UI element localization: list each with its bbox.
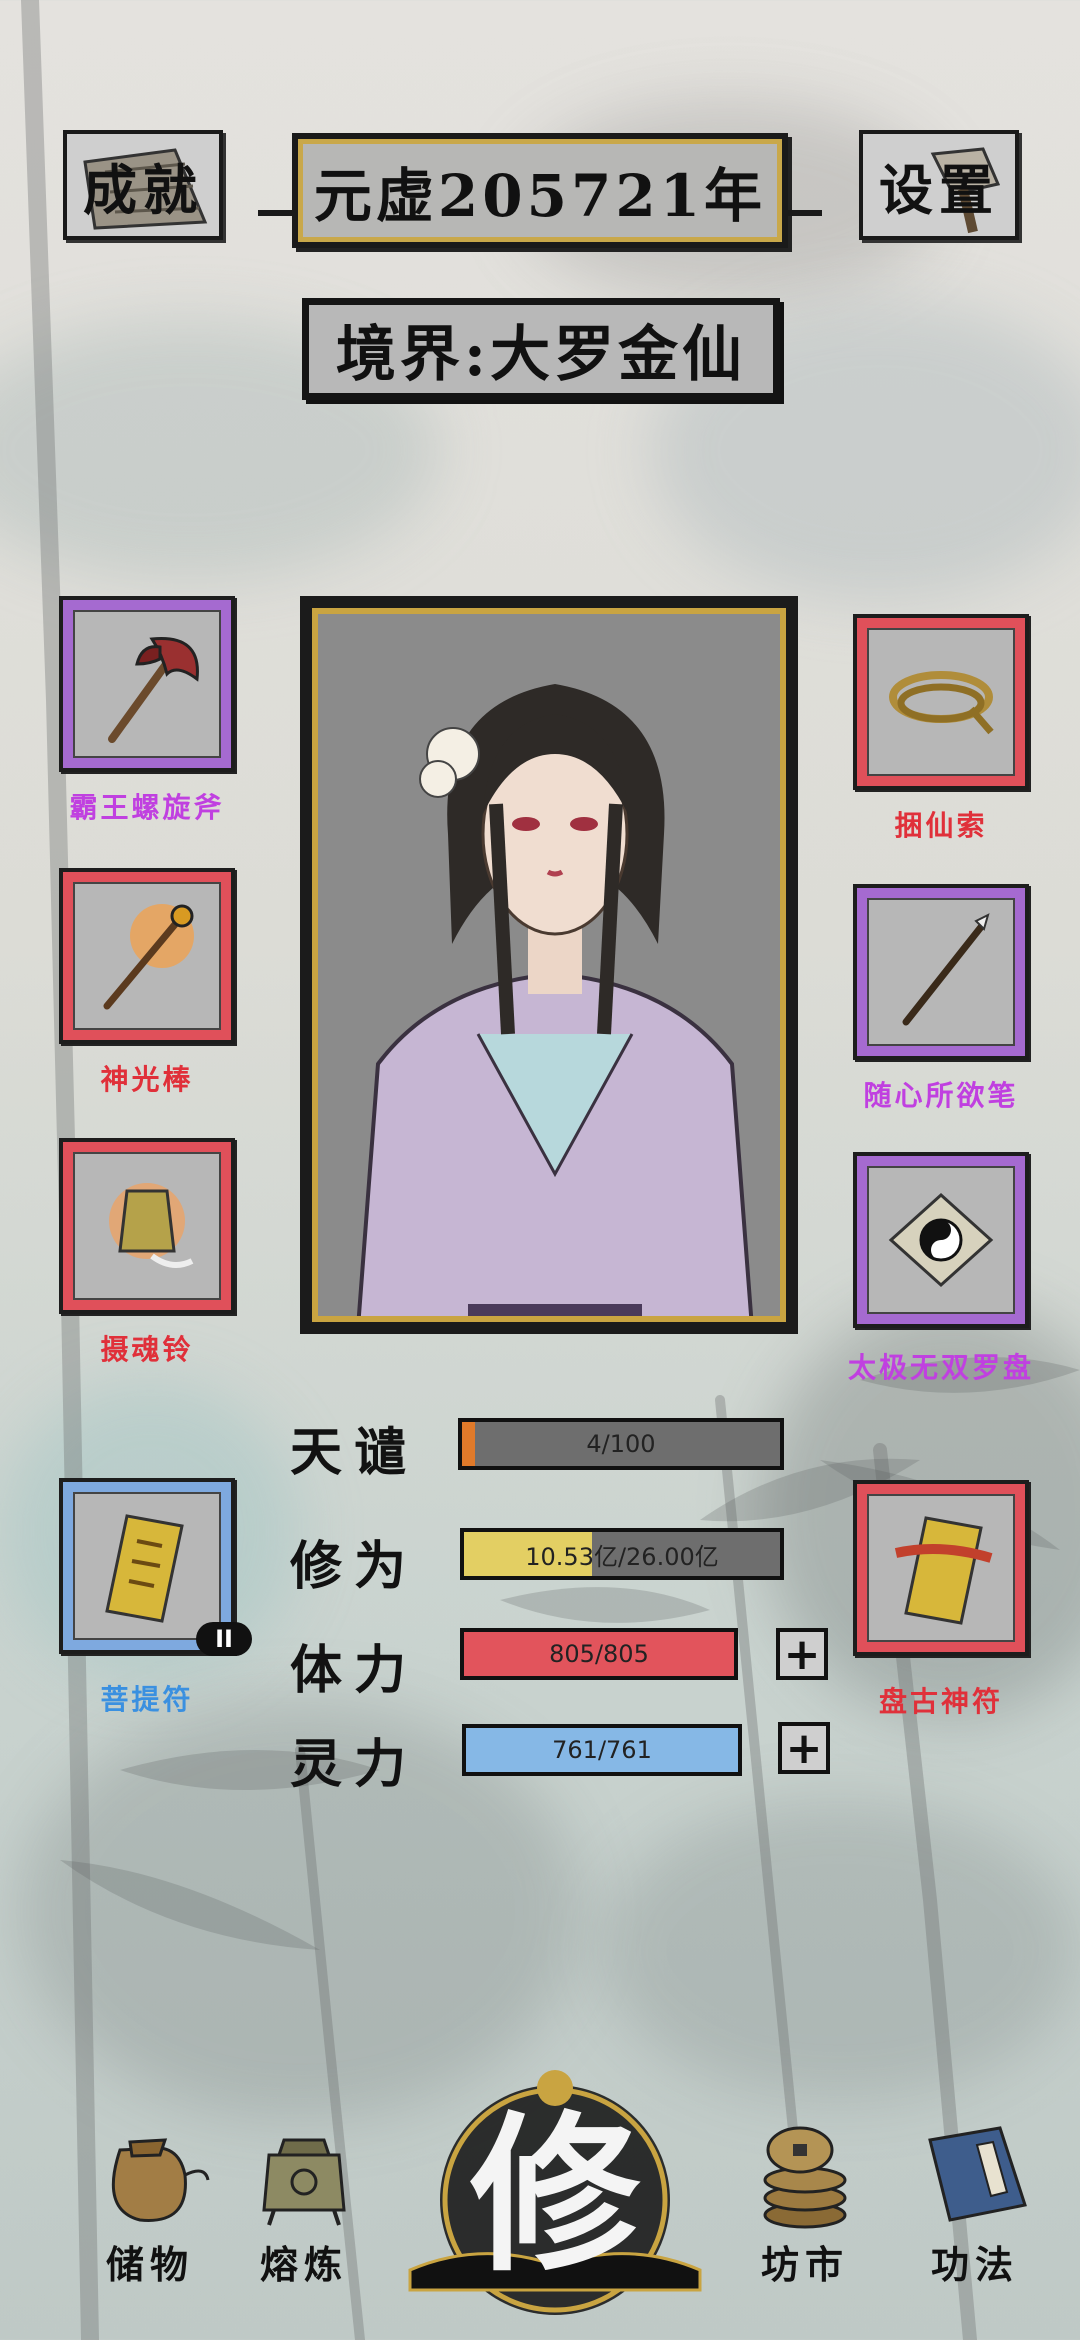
achievements-label: 成就 <box>83 157 203 222</box>
talisman-icon <box>105 1514 184 1623</box>
stat-label-lingli: 灵力 <box>290 1734 419 1795</box>
banner-rod-right <box>782 210 822 216</box>
axe-icon <box>108 637 199 743</box>
achievements-button[interactable]: 成就 <box>63 130 223 240</box>
banner-rod-left <box>258 210 298 216</box>
nav-storage-label: 储物 <box>105 2242 194 2287</box>
year-label: 元虚205721年 <box>313 161 767 230</box>
equipment-name-left-2: 神光棒 <box>100 1063 194 1096</box>
rope-icon <box>889 671 994 735</box>
settings-label: 设置 <box>879 157 999 222</box>
coins-icon <box>763 2126 847 2229</box>
nav-market-label: 坊市 <box>760 2242 849 2287</box>
stat-label-tili: 体力 <box>290 1640 419 1701</box>
nav-storage[interactable]: 储物 <box>80 2120 220 2289</box>
equipment-slot-right-4[interactable] <box>853 1480 1029 1656</box>
stat-label-tianqian: 天谴 <box>290 1422 419 1483</box>
pouch-icon <box>111 2138 210 2222</box>
xiuwei-value: 10.53亿/26.00亿 <box>525 1542 719 1571</box>
equipment-slot-left-2[interactable] <box>59 868 235 1044</box>
equipment-name-right-1: 捆仙索 <box>894 809 988 842</box>
lingli-plus-button[interactable]: + <box>778 1722 830 1774</box>
nav-cultivate[interactable]: 修 <box>390 2060 720 2320</box>
character-portrait[interactable] <box>312 608 786 1322</box>
tianqian-bar: 4/100 <box>458 1418 784 1470</box>
equipment-name-right-3: 太极无双罗盘 <box>847 1351 1034 1384</box>
book-icon <box>928 2126 1027 2222</box>
nav-skills-label: 功法 <box>930 2242 1019 2287</box>
stat-label-xiuwei: 修为 <box>290 1536 419 1597</box>
tianqian-value: 4/100 <box>586 1430 656 1458</box>
staff-icon <box>103 904 194 1010</box>
level-badge: II <box>196 1622 252 1656</box>
year-banner: 元虚205721年 <box>292 133 788 248</box>
nav-smelt-label: 熔炼 <box>259 2242 348 2287</box>
equipment-name-left-1: 霸王螺旋斧 <box>69 791 225 824</box>
nav-skills[interactable]: 功法 <box>905 2120 1045 2289</box>
character-portrait-frame <box>300 596 798 1334</box>
tili-plus-button[interactable]: + <box>776 1628 828 1680</box>
nav-smelt[interactable]: 熔炼 <box>234 2120 374 2289</box>
settings-button[interactable]: 设置 <box>859 130 1019 240</box>
compass-icon <box>888 1192 994 1288</box>
equipment-slot-left-3[interactable] <box>59 1138 235 1314</box>
equipment-name-left-4: 菩提符 <box>100 1683 194 1716</box>
nav-cultivate-label: 修 <box>469 2095 640 2295</box>
equipment-name-left-3: 摄魂铃 <box>100 1333 194 1366</box>
equipment-slot-left-1[interactable] <box>59 596 235 772</box>
cauldron-icon <box>262 2138 346 2226</box>
character-figure <box>318 614 780 1316</box>
equipment-name-right-4: 盘古神符 <box>878 1685 1003 1718</box>
nav-market[interactable]: 坊市 <box>735 2120 875 2289</box>
equipment-slot-right-1[interactable] <box>853 614 1029 790</box>
lingli-value: 761/761 <box>552 1736 652 1764</box>
realm-label: 境界:大罗金仙 <box>335 319 747 390</box>
equipment-slot-right-3[interactable] <box>853 1152 1029 1328</box>
equipment-slot-right-2[interactable] <box>853 884 1029 1060</box>
xiuwei-bar: 10.53亿/26.00亿 <box>460 1528 784 1580</box>
lingli-bar: 761/761 <box>462 1724 742 1776</box>
tili-value: 805/805 <box>549 1640 649 1668</box>
bell-icon <box>109 1183 194 1268</box>
equipment-name-right-2: 随心所欲笔 <box>863 1079 1019 1112</box>
talisman-icon <box>894 1516 993 1625</box>
tili-bar: 805/805 <box>460 1628 738 1680</box>
brush-icon <box>902 913 990 1026</box>
realm-banner: 境界:大罗金仙 <box>302 298 780 400</box>
